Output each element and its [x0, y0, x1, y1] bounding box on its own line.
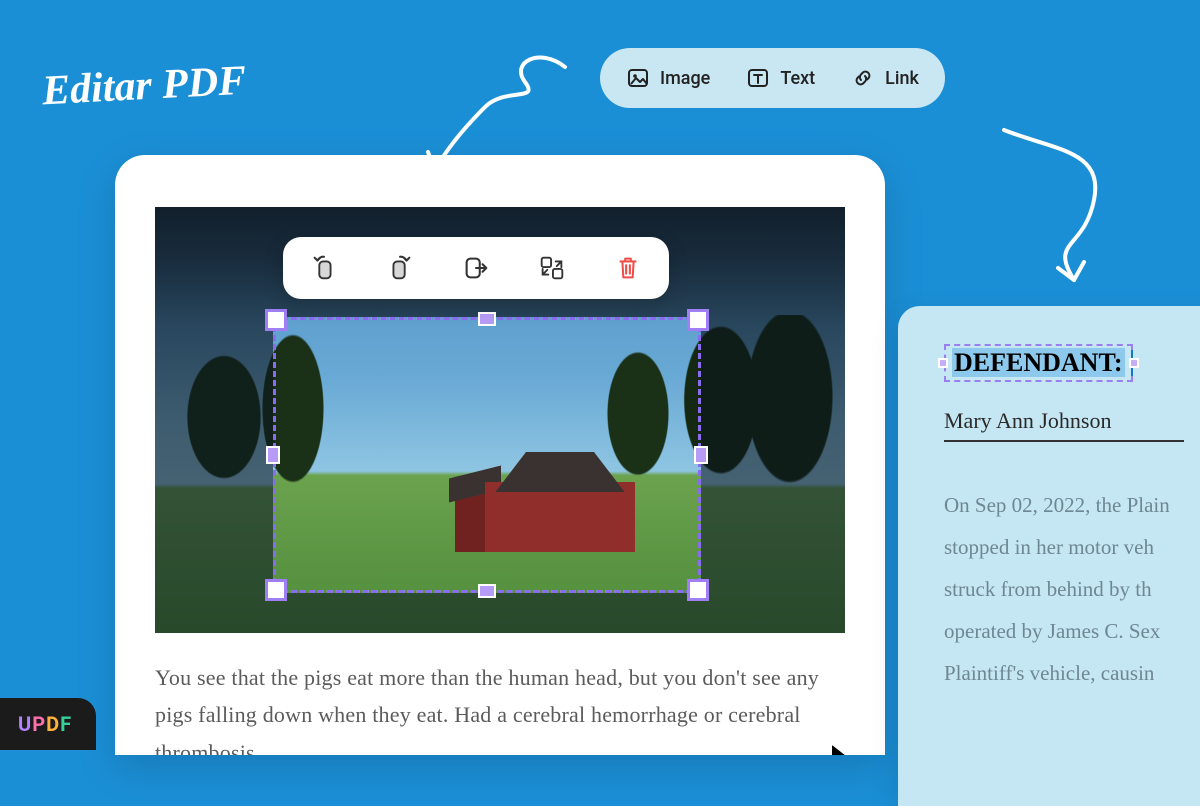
trash-icon — [613, 253, 643, 283]
rotate-right-icon — [385, 253, 415, 283]
rotate-left-icon — [309, 253, 339, 283]
cursor-icon — [827, 741, 869, 755]
insert-link-button[interactable]: Link — [851, 66, 919, 90]
text-icon — [746, 66, 770, 90]
document-body-text[interactable]: You see that the pigs eat more than the … — [155, 659, 845, 755]
replace-image-button[interactable] — [535, 251, 569, 285]
rotate-right-button[interactable] — [383, 251, 417, 285]
delete-image-button[interactable] — [611, 251, 645, 285]
editor-card: You see that the pigs eat more than the … — [115, 155, 885, 755]
crop-handle-bl[interactable] — [265, 579, 287, 601]
defendant-name[interactable]: Mary Ann Johnson — [944, 408, 1184, 442]
crop-handle-br[interactable] — [687, 579, 709, 601]
crop-handle-b[interactable] — [478, 584, 496, 598]
text-edit-panel: DEFENDANT: Mary Ann Johnson On Sep 02, 2… — [898, 306, 1200, 806]
crop-handle-tr[interactable] — [687, 309, 709, 331]
insert-text-label: Text — [780, 68, 815, 89]
edited-image[interactable] — [155, 207, 845, 633]
text-handle-right[interactable] — [1129, 358, 1139, 368]
crop-handle-l[interactable] — [266, 446, 280, 464]
extract-image-button[interactable] — [459, 251, 493, 285]
insert-image-button[interactable]: Image — [626, 66, 710, 90]
selected-text-box[interactable]: DEFENDANT: — [944, 344, 1133, 382]
link-icon — [851, 66, 875, 90]
defendant-label: DEFENDANT: — [952, 348, 1125, 377]
rotate-left-button[interactable] — [307, 251, 341, 285]
insert-text-button[interactable]: Text — [746, 66, 815, 90]
insert-link-label: Link — [885, 68, 919, 89]
insert-toolbar: Image Text Link — [600, 48, 945, 108]
text-handle-left[interactable] — [938, 358, 948, 368]
image-edit-toolbar — [283, 237, 669, 299]
crop-handle-tl[interactable] — [265, 309, 287, 331]
crop-handle-r[interactable] — [694, 446, 708, 464]
image-icon — [626, 66, 650, 90]
decorative-arrow-right — [994, 120, 1174, 320]
brand-badge: UPDF — [0, 698, 96, 750]
insert-image-label: Image — [660, 68, 710, 89]
crop-handle-t[interactable] — [478, 312, 496, 326]
case-paragraph[interactable]: On Sep 02, 2022, the Plain stopped in he… — [944, 484, 1200, 694]
extract-icon — [461, 253, 491, 283]
replace-icon — [537, 253, 567, 283]
page-heading: Editar PDF — [41, 57, 247, 116]
crop-selection[interactable] — [273, 317, 701, 593]
